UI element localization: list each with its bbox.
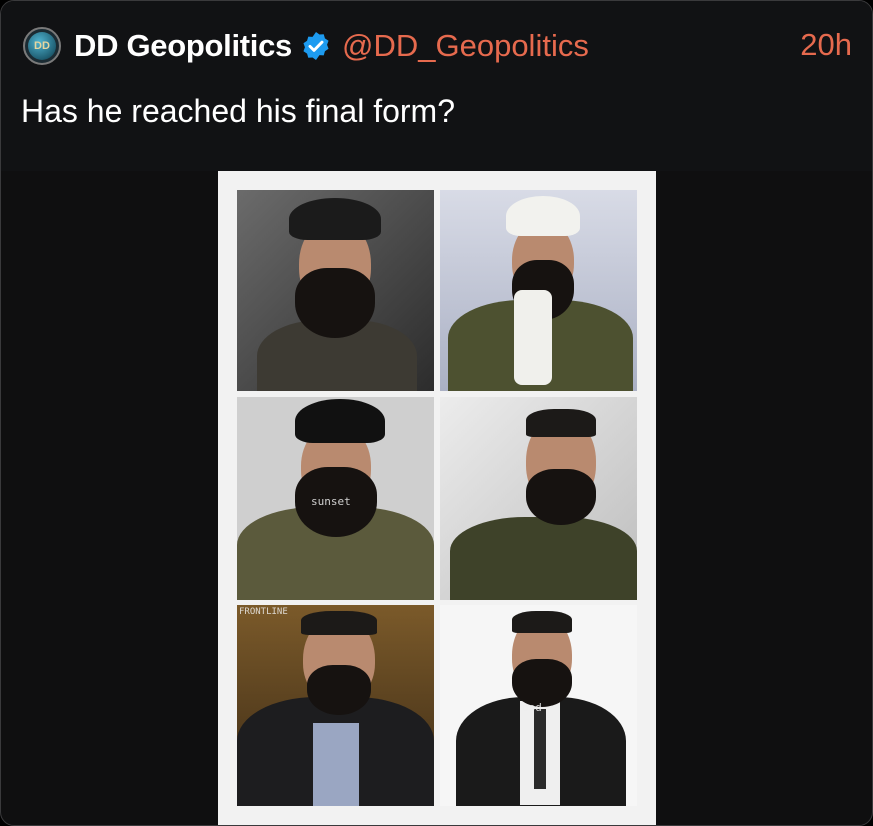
post-text: Has he reached his final form? [21, 93, 455, 129]
photo-6: ood [440, 605, 637, 806]
watermark-frontline: FRONTLINE [239, 607, 288, 617]
avatar[interactable]: DD [23, 27, 61, 65]
photo-4 [440, 397, 637, 600]
photo-3: sunset [237, 397, 434, 600]
post-card[interactable]: DD DD Geopolitics @DD_Geopolitics 20h Ha… [0, 0, 873, 826]
photo-1 [237, 190, 434, 391]
photo-2 [440, 190, 637, 391]
watermark-ood: ood [522, 701, 542, 714]
author-handle[interactable]: @DD_Geopolitics [342, 28, 589, 64]
watermark-sunset: sunset [311, 495, 351, 508]
post-header: DD DD Geopolitics @DD_Geopolitics 20h Ha… [1, 1, 872, 171]
author-name[interactable]: DD Geopolitics [74, 28, 292, 64]
post-time[interactable]: 20h [800, 27, 852, 63]
post-image[interactable]: sunset FRONTLINE ood [218, 171, 656, 825]
photo-5: FRONTLINE [237, 605, 434, 806]
author-row: DD DD Geopolitics @DD_Geopolitics [23, 27, 589, 65]
verified-badge-icon [303, 32, 329, 60]
avatar-logo: DD [28, 32, 56, 60]
